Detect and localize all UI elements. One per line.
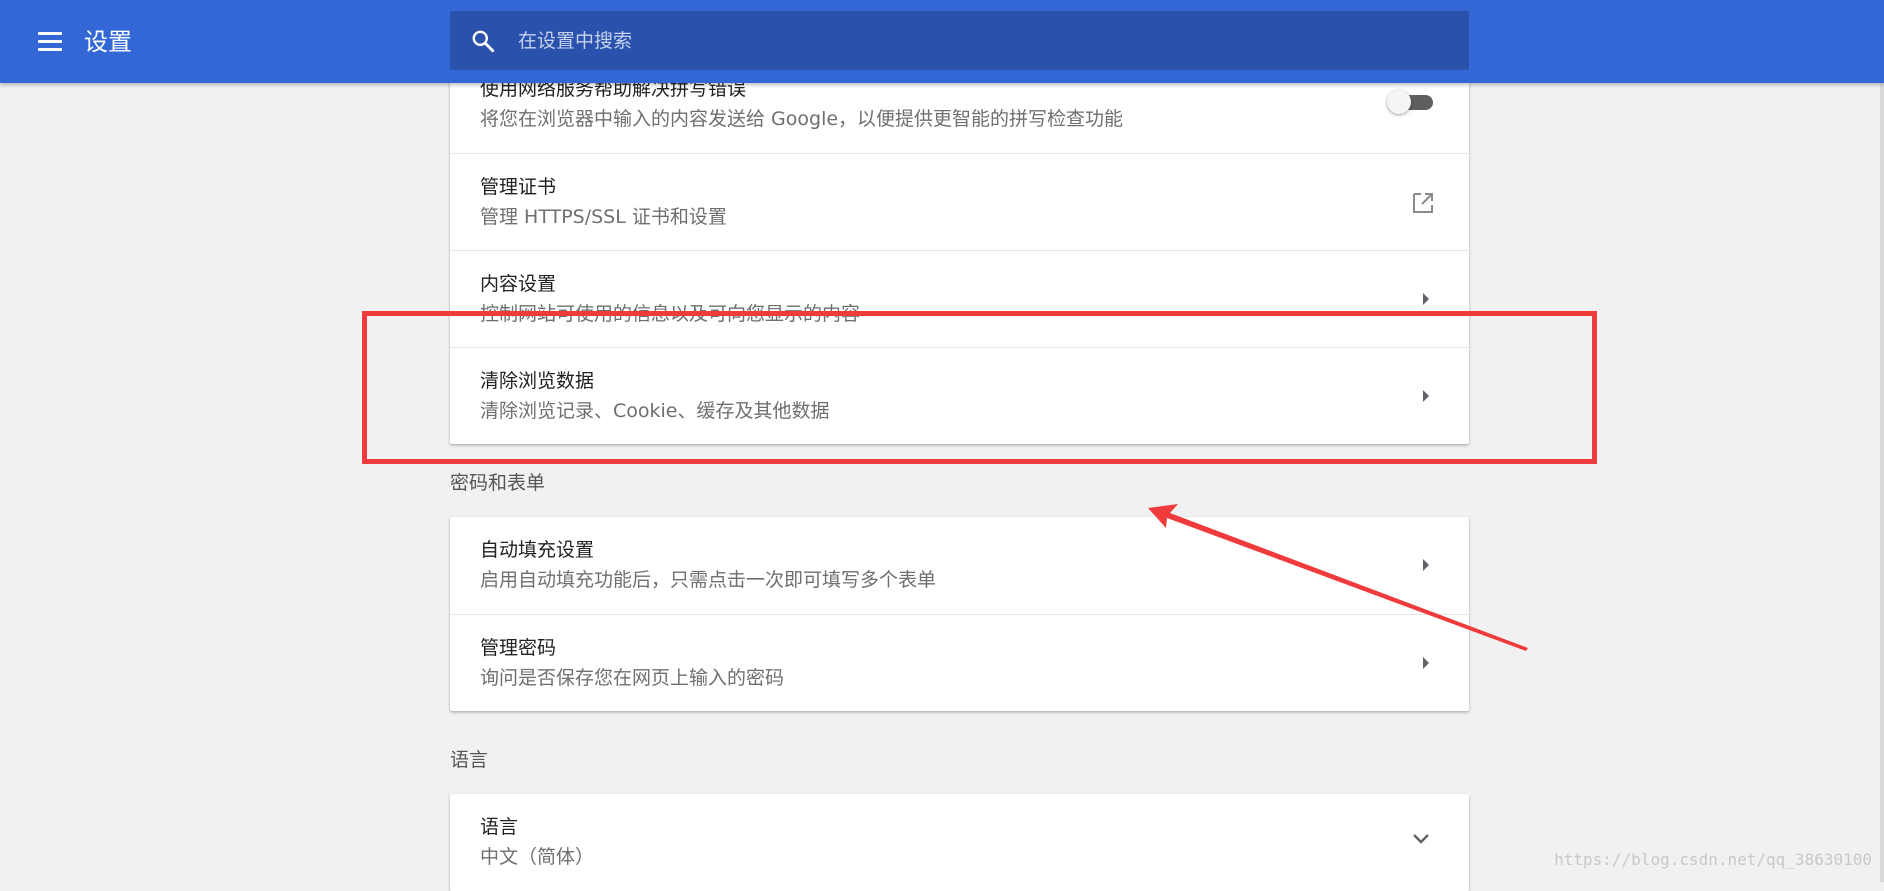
row-subtitle: 控制网站可使用的信息以及可向您显示的内容 xyxy=(480,303,861,325)
row-subtitle: 管理 HTTPS/SSL 证书和设置 xyxy=(480,206,727,228)
row-title: 语言 xyxy=(480,816,519,838)
privacy-card: 使用网络服务帮助解决拼写错误 将您在浏览器中输入的内容发送给 Google，以便… xyxy=(450,56,1469,444)
page-title: 设置 xyxy=(84,28,132,56)
manage-certificates-row[interactable]: 管理证书 管理 HTTPS/SSL 证书和设置 xyxy=(450,153,1469,250)
row-title: 清除浏览数据 xyxy=(480,370,595,392)
passwords-card: 自动填充设置 启用自动填充功能后，只需点击一次即可填写多个表单 管理密码 询问是… xyxy=(450,517,1469,711)
language-row[interactable]: 语言 中文（简体） xyxy=(450,794,1469,891)
chevron-right-icon xyxy=(1423,559,1429,571)
row-subtitle: 将您在浏览器中输入的内容发送给 Google，以便提供更智能的拼写检查功能 xyxy=(480,108,1124,130)
section-label-passwords: 密码和表单 xyxy=(450,472,546,494)
chevron-down-icon[interactable] xyxy=(1411,832,1431,846)
search-box[interactable] xyxy=(450,11,1469,70)
watermark: https://blog.csdn.net/qq_38630100 xyxy=(1554,850,1872,869)
section-label-languages: 语言 xyxy=(450,749,489,771)
row-subtitle: 清除浏览记录、Cookie、缓存及其他数据 xyxy=(480,400,830,422)
row-title: 管理证书 xyxy=(480,176,557,198)
row-title: 管理密码 xyxy=(480,637,557,659)
row-subtitle: 启用自动填充功能后，只需点击一次即可填写多个表单 xyxy=(480,569,937,591)
languages-card: 语言 中文（简体） xyxy=(450,794,1469,891)
scrollbar[interactable] xyxy=(1880,83,1884,882)
external-link-icon[interactable] xyxy=(1411,191,1435,215)
hamburger-menu-icon[interactable] xyxy=(36,30,64,52)
autofill-settings-row[interactable]: 自动填充设置 启用自动填充功能后，只需点击一次即可填写多个表单 xyxy=(450,517,1469,614)
toggle-knob xyxy=(1387,90,1411,114)
chevron-right-icon xyxy=(1423,657,1429,669)
chevron-right-icon xyxy=(1423,390,1429,402)
clear-browsing-data-row[interactable]: 清除浏览数据 清除浏览记录、Cookie、缓存及其他数据 xyxy=(450,347,1469,444)
spelling-service-toggle[interactable] xyxy=(1387,90,1435,114)
top-app-bar: 设置 xyxy=(0,0,1884,83)
row-title: 内容设置 xyxy=(480,273,557,295)
chevron-right-icon xyxy=(1423,293,1429,305)
row-subtitle: 中文（简体） xyxy=(480,846,595,868)
row-title: 自动填充设置 xyxy=(480,539,595,561)
row-subtitle: 询问是否保存您在网页上输入的密码 xyxy=(480,667,785,689)
manage-passwords-row[interactable]: 管理密码 询问是否保存您在网页上输入的密码 xyxy=(450,614,1469,711)
content-settings-row[interactable]: 内容设置 控制网站可使用的信息以及可向您显示的内容 xyxy=(450,250,1469,347)
search-input[interactable] xyxy=(518,11,1418,70)
search-icon[interactable] xyxy=(470,28,496,54)
